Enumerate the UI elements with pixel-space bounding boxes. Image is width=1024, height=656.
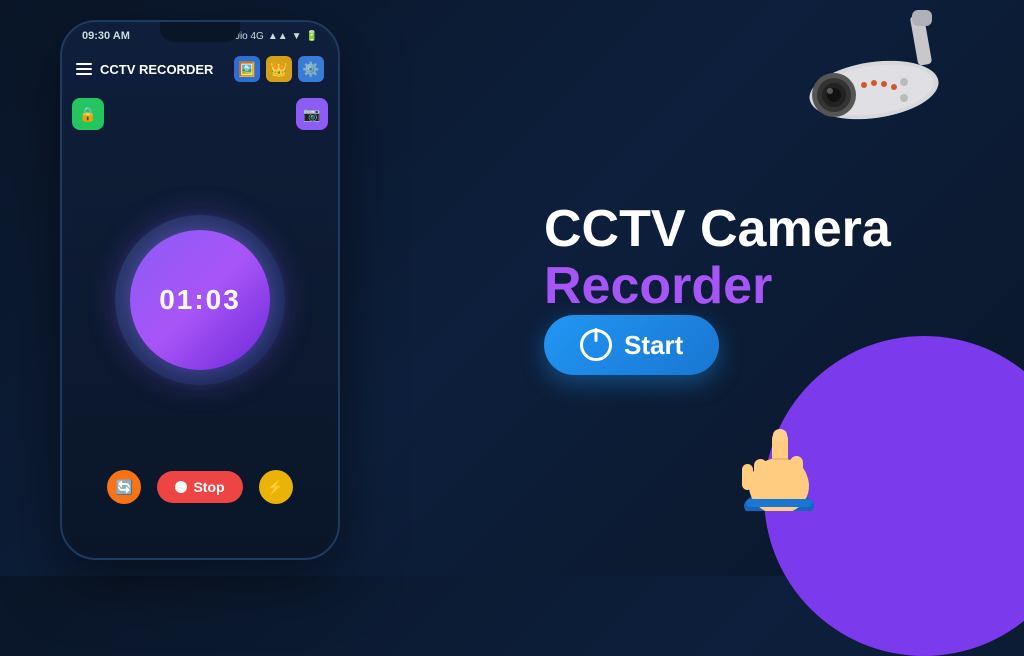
app-header: CCTV RECORDER 🖼️ 👑 ⚙️ [62, 50, 338, 88]
flash-icon: ⚡ [267, 479, 284, 496]
flash-button[interactable]: ⚡ [259, 470, 293, 504]
phone-content: 🔒 📷 [62, 88, 338, 534]
start-button[interactable]: Start [544, 315, 719, 375]
lock-icon: 🔒 [79, 106, 96, 123]
wifi-icon: ▼ [292, 31, 302, 42]
timer-display: 01:03 [159, 284, 241, 316]
hamburger-icon[interactable] [76, 63, 92, 75]
top-actions: 🔒 📷 [72, 98, 328, 130]
schedule-icon: 📷 [303, 106, 320, 123]
title-purple: Recorder [544, 257, 772, 315]
bottom-controls: 🔄 Stop ⚡ [107, 460, 292, 524]
app-title: CCTV RECORDER [100, 62, 226, 77]
main-title-line1: CCTV Camera [544, 201, 891, 258]
timer-outer-ring: 01:03 [115, 215, 285, 385]
refresh-button[interactable]: 🔄 [107, 470, 141, 504]
camera-schedule-button[interactable]: 📷 [296, 98, 328, 130]
gallery-icon: 🖼️ [238, 61, 255, 78]
settings-icon-btn[interactable]: ⚙️ [298, 56, 324, 82]
stop-button[interactable]: Stop [157, 471, 242, 503]
phone-notch [160, 22, 240, 42]
power-icon [580, 329, 612, 361]
header-icons: 🖼️ 👑 ⚙️ [234, 56, 324, 82]
refresh-icon: 🔄 [116, 479, 133, 496]
main-title-line2: Recorder [544, 258, 772, 315]
cctv-camera-image [774, 10, 974, 145]
signal-icon: ▲▲ [268, 31, 288, 42]
status-time: 09:30 AM [82, 30, 130, 42]
phone-body: 09:30 AM Jio 4G ▲▲ ▼ 🔋 CCTV RECORDER 🖼️ … [60, 20, 340, 560]
gallery-icon-btn[interactable]: 🖼️ [234, 56, 260, 82]
settings-icon: ⚙️ [302, 61, 319, 78]
status-right: Jio 4G ▲▲ ▼ 🔋 [235, 31, 318, 42]
title-white: CCTV Camera [544, 200, 891, 258]
lock-button[interactable]: 🔒 [72, 98, 104, 130]
crown-icon: 👑 [270, 61, 287, 78]
record-dot-icon [175, 481, 187, 493]
cctv-camera-svg [774, 10, 974, 140]
phone-mockup: 09:30 AM Jio 4G ▲▲ ▼ 🔋 CCTV RECORDER 🖼️ … [60, 20, 340, 560]
battery-icon: 🔋 [306, 31, 318, 42]
timer-inner-circle: 01:03 [130, 230, 270, 370]
hand-cursor [734, 401, 824, 516]
crown-icon-btn[interactable]: 👑 [266, 56, 292, 82]
timer-area: 01:03 [72, 140, 328, 460]
hand-svg [734, 401, 824, 511]
stop-label: Stop [193, 479, 224, 495]
start-button-label: Start [624, 330, 683, 361]
